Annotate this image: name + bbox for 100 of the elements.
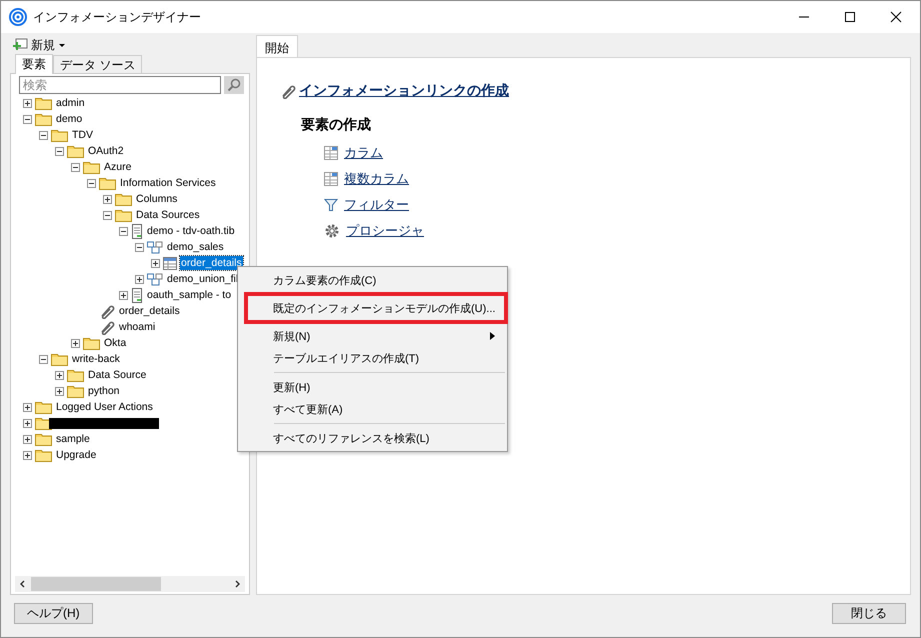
folder-icon: [35, 448, 52, 462]
document-icon: [131, 224, 143, 238]
tree-item[interactable]: order_details: [180, 256, 243, 270]
tree-item[interactable]: Data Sources: [135, 208, 201, 222]
create-item-link[interactable]: フィルター: [344, 196, 409, 214]
expander-icon[interactable]: [71, 338, 80, 348]
tree-item[interactable]: write-back: [71, 352, 121, 366]
expander-icon[interactable]: [103, 210, 112, 220]
folder-icon: [35, 400, 52, 414]
help-button[interactable]: ヘルプ(H): [14, 603, 93, 624]
expander-icon[interactable]: [23, 114, 32, 124]
tree-item[interactable]: demo: [55, 112, 84, 126]
folder-icon: [67, 368, 84, 382]
tree-item[interactable]: TDV: [71, 128, 94, 142]
horizontal-scrollbar[interactable]: [15, 576, 245, 592]
create-item-link[interactable]: プロシージャ: [346, 222, 424, 240]
tree-item[interactable]: whoami: [118, 320, 156, 334]
tables-icon: [147, 240, 163, 254]
gear-icon: [324, 223, 340, 239]
tree-item[interactable]: Logged User Actions: [55, 400, 154, 414]
tree-item[interactable]: Azure: [103, 160, 132, 174]
menu-item[interactable]: テーブルエイリアスの作成(T): [238, 347, 507, 369]
expander-icon[interactable]: [119, 290, 128, 300]
tables-icon: [147, 272, 163, 286]
tree-item[interactable]: demo_union_fil: [166, 272, 240, 286]
create-item-link[interactable]: 複数カラム: [344, 170, 409, 188]
expander-icon[interactable]: [55, 370, 64, 380]
expander-icon[interactable]: [39, 354, 48, 364]
tree-item[interactable]: sample: [55, 432, 91, 446]
close-button[interactable]: 閉じる: [832, 603, 906, 624]
expander-icon[interactable]: [55, 146, 64, 156]
expander-icon[interactable]: [23, 450, 32, 460]
expander-icon[interactable]: [135, 274, 144, 284]
expander-icon[interactable]: [23, 98, 32, 108]
section-title: 要素の作成: [301, 116, 372, 134]
new-button[interactable]: 新規: [10, 35, 250, 55]
create-link[interactable]: インフォメーションリンクの作成: [299, 82, 509, 100]
folder-icon: [83, 336, 100, 350]
expander-icon[interactable]: [23, 434, 32, 444]
document-icon: [131, 288, 143, 302]
window-title: インフォメーションデザイナー: [33, 8, 201, 26]
folder-icon: [51, 128, 68, 142]
tree-item[interactable]: OAuth2: [87, 144, 125, 158]
folder-icon: [99, 176, 116, 190]
expander-icon[interactable]: [23, 418, 32, 428]
tree-item[interactable]: python: [87, 384, 121, 398]
panel-tab[interactable]: データ ソース: [53, 55, 142, 73]
menu-item[interactable]: 新規(N): [238, 325, 507, 347]
folder-icon: [83, 160, 100, 174]
tree-item[interactable]: demo - tdv-oath.tib: [146, 224, 236, 238]
expander-icon[interactable]: [135, 242, 144, 252]
expander-icon[interactable]: [151, 258, 160, 268]
menu-item[interactable]: すべて更新(A): [238, 398, 507, 420]
expander-icon[interactable]: [87, 178, 96, 188]
app-logo-icon: [9, 8, 27, 26]
menu-item[interactable]: 更新(H): [238, 376, 507, 398]
expander-icon[interactable]: [23, 402, 32, 412]
panel-tab[interactable]: 要素: [15, 54, 53, 74]
table-icon: [163, 256, 177, 270]
create-item-link[interactable]: カラム: [344, 144, 383, 162]
paperclip-icon: [280, 83, 296, 99]
folder-icon: [115, 208, 132, 222]
dropdown-caret-icon[interactable]: [58, 42, 66, 48]
folder-icon: [67, 144, 84, 158]
filter-icon: [324, 198, 338, 212]
scroll-left-icon[interactable]: [19, 580, 27, 588]
tree-item[interactable]: Information Services: [119, 176, 217, 190]
expander-icon[interactable]: [55, 386, 64, 396]
folder-icon: [115, 192, 132, 206]
menu-item[interactable]: カラム要素の作成(C): [238, 269, 507, 291]
tree-item[interactable]: Okta: [103, 336, 128, 350]
folder-icon: [67, 384, 84, 398]
expander-icon[interactable]: [39, 130, 48, 140]
search-button[interactable]: [224, 76, 244, 94]
tree-item[interactable]: Upgrade: [55, 448, 98, 462]
menu-item[interactable]: すべてのリファレンスを検索(L): [238, 427, 507, 449]
paperclip-icon: [99, 319, 115, 335]
search-field[interactable]: 検索: [19, 76, 221, 94]
tree-item[interactable]: order_details: [118, 304, 181, 318]
column-icon: [324, 172, 338, 186]
tree-item[interactable]: demo_sales: [166, 240, 225, 254]
tree-item[interactable]: Columns: [135, 192, 178, 206]
tree-item[interactable]: oauth_sample - to: [146, 288, 232, 302]
page-tab[interactable]: 開始: [256, 35, 298, 57]
folder-icon: [35, 96, 52, 110]
expander-icon[interactable]: [119, 226, 128, 236]
column-icon: [324, 146, 338, 160]
folder-icon: [35, 432, 52, 446]
tree-item[interactable]: admin: [55, 96, 86, 110]
paperclip-icon: [99, 303, 115, 319]
expander-icon[interactable]: [103, 194, 112, 204]
add-icon: [12, 38, 28, 52]
folder-icon: [35, 112, 52, 126]
folder-icon: [51, 352, 68, 366]
scroll-right-icon[interactable]: [233, 580, 241, 588]
maximize-icon[interactable]: [844, 11, 856, 23]
tree-item[interactable]: Data Source: [87, 368, 148, 382]
close-icon[interactable]: [890, 11, 902, 23]
expander-icon[interactable]: [71, 162, 80, 172]
menu-item[interactable]: 既定のインフォメーションモデルの作成(U)...: [244, 292, 508, 324]
